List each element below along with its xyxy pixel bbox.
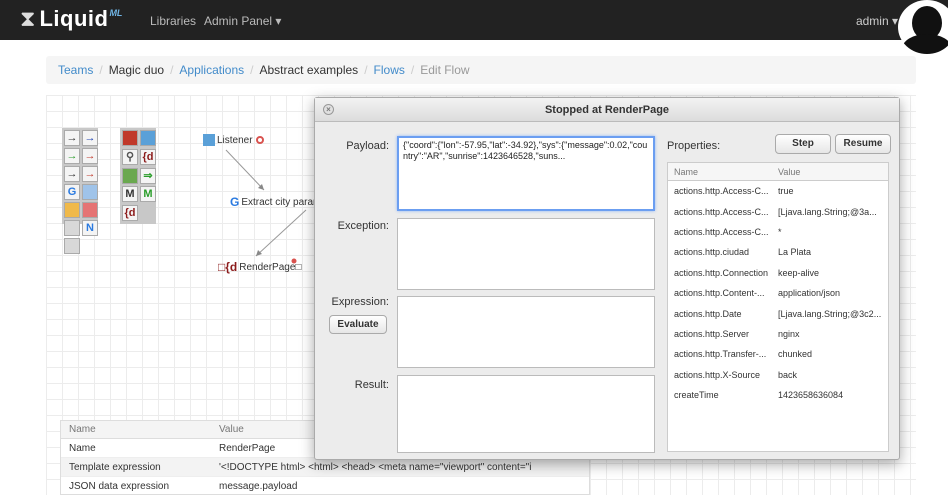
table-row[interactable]: actions.http.Connection keep-alive	[668, 263, 888, 283]
properties-label: Properties:	[667, 140, 721, 152]
property-value: back	[778, 369, 798, 380]
dialog-title: Stopped at RenderPage	[544, 104, 670, 116]
connector-line	[225, 149, 265, 191]
property-key: createTime	[674, 390, 719, 401]
property-value: keep-alive	[778, 267, 820, 278]
table-row[interactable]: actions.http.Access-C... true	[668, 181, 888, 201]
column-name-header: Name	[674, 166, 699, 177]
property-key: actions.http.X-Source	[674, 369, 761, 380]
breakpoint-icon	[291, 258, 297, 264]
property-value: [Ljava.lang.String;@3c2...	[778, 308, 882, 319]
property-value: application/json	[778, 288, 841, 299]
property-value: [Ljava.lang.String;@3a...	[778, 206, 877, 217]
property-value: chunked	[778, 349, 813, 360]
property-value: nginx	[778, 328, 800, 339]
table-row[interactable]: actions.http.ciudad La Plata	[668, 242, 888, 262]
step-button[interactable]: Step	[775, 134, 831, 154]
table-row[interactable]: actions.http.Access-C... [Ljava.lang.Stri…	[668, 201, 888, 221]
debug-properties-table: Name Value actions.http.Access-C... true a…	[667, 162, 889, 452]
payload-label: Payload:	[346, 140, 389, 152]
table-row[interactable]: actions.http.Transfer-... chunked	[668, 344, 888, 364]
result-field[interactable]	[397, 375, 655, 453]
table-row[interactable]: Template expression '<!DOCTYPE html> <ht…	[61, 458, 589, 477]
column-value-header: Value	[778, 166, 801, 177]
property-value: 1423658636084	[778, 390, 844, 401]
dialog-titlebar: × Stopped at RenderPage	[315, 98, 899, 122]
expression-field[interactable]	[397, 296, 655, 368]
property-key: actions.http.Access-C...	[674, 186, 769, 197]
debug-dialog: × Stopped at RenderPage Payload: {"coord…	[314, 97, 900, 460]
exception-field[interactable]	[397, 218, 655, 290]
property-key: actions.http.Content-...	[674, 288, 765, 299]
property-key: actions.http.Connection	[674, 267, 769, 278]
property-key: actions.http.Server	[674, 328, 750, 339]
table-header: Name Value	[668, 163, 888, 181]
table-row[interactable]: actions.http.Server nginx	[668, 324, 888, 344]
property-key: actions.http.Access-C...	[674, 206, 769, 217]
table-row[interactable]: JSON data expression message.payload	[61, 477, 589, 495]
property-key: actions.http.Transfer-...	[674, 349, 767, 360]
result-label: Result:	[354, 379, 389, 391]
connector-line	[255, 209, 307, 257]
table-row[interactable]: createTime 1423658636084	[668, 385, 888, 405]
property-value: *	[778, 226, 782, 237]
resume-button[interactable]: Resume	[835, 134, 891, 154]
close-icon[interactable]: ×	[323, 104, 334, 115]
table-row[interactable]: actions.http.Date [Ljava.lang.String;@3c2…	[668, 303, 888, 323]
row-value: '<!DOCTYPE html> <html> <head> <meta nam…	[219, 461, 532, 473]
payload-field[interactable]: {"coord":{"lon":-57.95,"lat":-34.92},"sy…	[397, 136, 655, 211]
property-key: actions.http.Access-C...	[674, 226, 769, 237]
row-value: message.payload	[219, 480, 298, 492]
property-value: true	[778, 186, 794, 197]
column-name-header: Name	[69, 424, 96, 435]
table-row[interactable]: actions.http.X-Source back	[668, 365, 888, 385]
property-value: La Plata	[778, 247, 812, 258]
table-row[interactable]: actions.http.Content-... application/json	[668, 283, 888, 303]
evaluate-button[interactable]: Evaluate	[329, 315, 387, 334]
payload-value: {"coord":{"lon":-57.95,"lat":-34.92},"sy…	[403, 140, 648, 161]
exception-label: Exception:	[337, 220, 389, 232]
row-name: Name	[69, 442, 96, 454]
property-key: actions.http.Date	[674, 308, 742, 319]
expression-label: Expression:	[331, 296, 389, 308]
row-name: JSON data expression	[69, 480, 170, 492]
property-key: actions.http.ciudad	[674, 247, 750, 258]
table-row[interactable]: actions.http.Access-C... *	[668, 222, 888, 242]
properties-list: actions.http.Access-C... true actions.http…	[668, 181, 888, 405]
row-name: Template expression	[69, 461, 161, 473]
